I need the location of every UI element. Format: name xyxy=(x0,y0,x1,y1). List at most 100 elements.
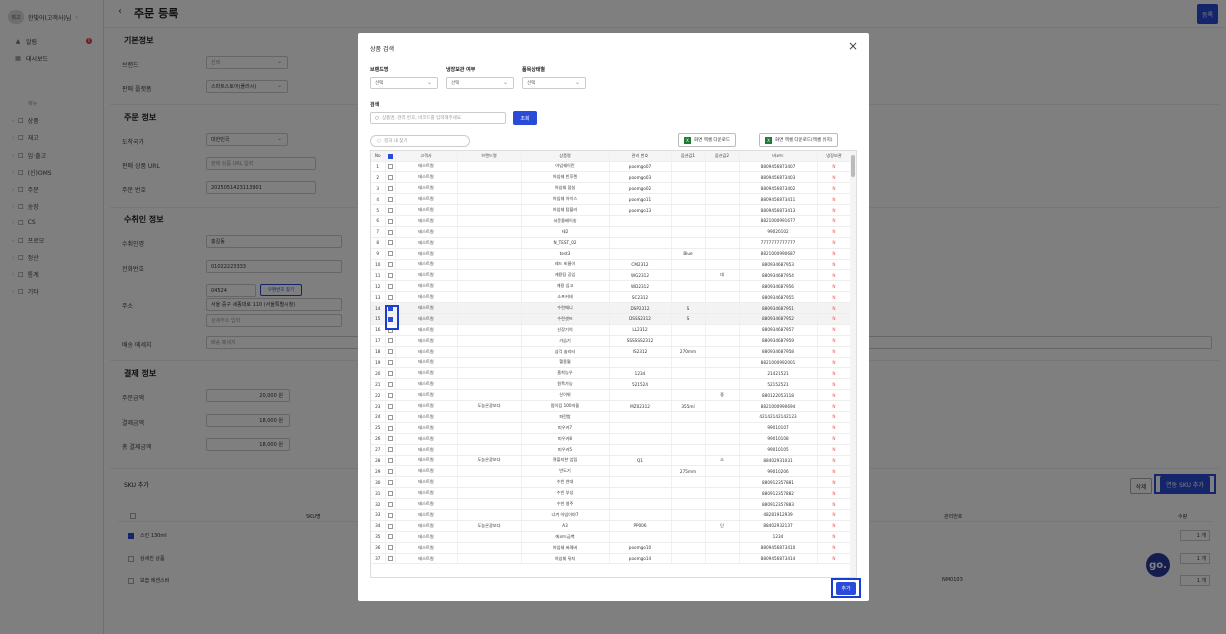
table-row[interactable]: 15 테스트원 수련셋뜨 DSSS2312 S 880934687952 N xyxy=(371,313,852,325)
row-checkbox[interactable] xyxy=(387,382,393,387)
table-row[interactable]: 16 테스트원 신장기억 LL2312 880934687957 N xyxy=(371,324,852,336)
row-checkbox[interactable] xyxy=(387,371,393,377)
option1-cell xyxy=(671,553,706,565)
row-checkbox[interactable] xyxy=(387,273,393,279)
table-row[interactable]: 11 테스트원 게용팀 공입 WG2312 대 880934687954 N xyxy=(371,269,852,282)
table-row[interactable]: 14 테스트원 수련매니 DSP2312 S 880934687951 N xyxy=(371,302,852,314)
excel-download-keep-button[interactable]: X 화면 엑셀 다운로드(엑셀 유지) xyxy=(759,133,839,147)
table-scrollbar[interactable] xyxy=(850,151,856,577)
row-number: 21 xyxy=(371,378,386,391)
row-checkbox[interactable] xyxy=(387,240,393,246)
table-row[interactable]: 2 테스트원 아임쉐 빈후렌 poomgo03 8809456873403 N xyxy=(371,171,852,184)
table-row[interactable]: 4 테스트원 아임쉐 아이스 poomgo11 8809456873411 N xyxy=(371,193,852,206)
row-checkbox[interactable] xyxy=(387,294,393,300)
table-row[interactable]: 3 테스트원 아임쉐 잠실 poomgo02 8809456873402 N xyxy=(371,182,852,195)
row-number: 16 xyxy=(371,324,386,336)
row-checkbox[interactable] xyxy=(387,392,393,398)
brand-cell xyxy=(457,248,522,260)
product-name-cell: 아임쉐 버례버 xyxy=(521,542,610,554)
row-number: 32 xyxy=(371,498,386,510)
table-row[interactable]: 7 테스트원 테2 99020102 N xyxy=(371,226,852,238)
row-checkbox[interactable] xyxy=(387,545,393,551)
row-checkbox[interactable] xyxy=(387,251,393,257)
row-checkbox[interactable] xyxy=(387,218,393,224)
table-row[interactable]: 29 테스트원 반도기 275mm 99010206 N xyxy=(371,465,852,478)
table-row[interactable]: 36 테스트원 아임쉐 버례버 poomgo10 8809456873410 N xyxy=(371,542,852,554)
query-button[interactable]: 조회 xyxy=(513,111,537,125)
table-row[interactable]: 35 테스트원 에코드금벽 1234 N xyxy=(371,531,852,543)
table-row[interactable]: 12 테스트원 게용 입고 WD2312 880934687956 N xyxy=(371,280,852,293)
row-checkbox[interactable] xyxy=(387,414,393,420)
result-search-input[interactable]: ○ 결과 내 찾기 xyxy=(370,135,470,147)
row-checkbox[interactable] xyxy=(387,360,393,366)
table-row[interactable]: 6 테스트원 서운올베이송 8821000991677 N xyxy=(371,215,852,227)
table-row[interactable]: 22 테스트원 신이위 중 880122053118 N xyxy=(371,389,852,402)
row-checkbox[interactable] xyxy=(387,207,393,213)
option1-cell xyxy=(671,291,706,304)
table-row[interactable]: 8 테스트원 N_TEST_02 7777777777777 N xyxy=(371,237,852,249)
row-checkbox[interactable] xyxy=(387,534,393,540)
brand-cell xyxy=(457,291,522,304)
checkbox-cell xyxy=(385,509,396,521)
product-table: No 고객사 브랜드명 상품명 관리 번호 옵션값1 옵션값2 바코드 냉장보관… xyxy=(370,150,857,578)
select-all-checkbox[interactable] xyxy=(387,153,393,159)
table-row[interactable]: 25 테스트원 피우카7 99010107 N xyxy=(371,422,852,434)
table-row[interactable]: 31 테스트원 수빈 부성 880912357882 N xyxy=(371,487,852,500)
table-row[interactable]: 24 테스트원 파란밤 42142142142123 N xyxy=(371,411,852,423)
table-row[interactable]: 1 테스트원 아임쉐이킨 poomgo07 8809456873407 N xyxy=(371,161,852,173)
filter-cold-select[interactable]: 선택 xyxy=(446,77,514,89)
table-row[interactable]: 23 테스트원 도농온광보다 펌이킴 100저울 MZ02312 355ml 8821000… xyxy=(371,400,852,412)
scrollbar-thumb[interactable] xyxy=(851,155,855,177)
row-checkbox[interactable] xyxy=(387,490,393,496)
table-row[interactable]: 28 테스트원 도농온광보다 큐플지한 업립 Q1 소 88402931031 N xyxy=(371,455,852,467)
option1-cell xyxy=(671,367,706,380)
table-row[interactable]: 17 테스트원 가습기 SSSSSS2312 880934687959 N xyxy=(371,335,852,347)
table-row[interactable]: 33 테스트원 너겨 아임이야7 48281912939 N xyxy=(371,509,852,521)
row-checkbox[interactable] xyxy=(387,283,393,289)
row-checkbox[interactable] xyxy=(387,458,393,464)
search-input[interactable]: ○ 상품명, 관리 번호, 바코드를 입력해주세요. xyxy=(370,112,506,124)
row-checkbox[interactable] xyxy=(387,480,393,486)
row-checkbox[interactable] xyxy=(387,469,393,475)
close-icon[interactable]: × xyxy=(848,39,858,53)
table-row[interactable]: 26 테스트원 피우카8 99010108 N xyxy=(371,433,852,445)
row-checkbox[interactable] xyxy=(387,175,393,181)
add-products-button[interactable]: 추가 xyxy=(831,578,861,598)
excel-icon: X xyxy=(765,136,772,144)
table-row[interactable]: 19 테스트원 헬용월 8821000992001 N xyxy=(371,357,852,369)
table-row[interactable]: 37 테스트원 아임쉐 뒤지 poomgo14 8809456873414 N xyxy=(371,553,852,565)
brand-cell xyxy=(457,357,522,369)
row-number: 3 xyxy=(371,182,386,195)
row-checkbox[interactable] xyxy=(387,425,393,431)
table-row[interactable]: 32 테스트원 수빈 영주 880912357883 N xyxy=(371,498,852,510)
row-checkbox[interactable] xyxy=(387,512,393,518)
row-checkbox[interactable] xyxy=(387,403,393,409)
row-checkbox[interactable] xyxy=(387,436,393,442)
row-checkbox[interactable] xyxy=(387,501,393,507)
table-row[interactable]: 5 테스트원 아임쉐 탐블러 poomgo13 8809456873413 N xyxy=(371,204,852,216)
row-checkbox[interactable] xyxy=(387,349,393,355)
row-checkbox[interactable] xyxy=(387,338,393,344)
row-checkbox[interactable] xyxy=(387,447,393,453)
table-row[interactable]: 34 테스트원 도농온광보다 A3 PP006 단 88402932137 N xyxy=(371,520,852,532)
table-row[interactable]: 30 테스트원 수빈 연대 880912357881 N xyxy=(371,476,852,489)
table-row[interactable]: 9 테스트원 test3 Blue 8821000990687 N xyxy=(371,248,852,260)
row-checkbox[interactable] xyxy=(387,262,393,268)
table-row[interactable]: 13 테스트원 소프커테 SC2312 880934687955 N xyxy=(371,291,852,304)
table-row[interactable]: 21 테스트원 원폭가능 521524 52152521 N xyxy=(371,378,852,391)
table-row[interactable]: 20 테스트원 흡착능우 1234 21421521 N xyxy=(371,367,852,380)
row-number: 30 xyxy=(371,476,386,489)
row-checkbox[interactable] xyxy=(387,229,393,235)
row-checkbox[interactable] xyxy=(387,196,393,202)
table-row[interactable]: 10 테스트원 레드 비롬이 CM2312 880934687953 N xyxy=(371,259,852,271)
table-row[interactable]: 27 테스트원 피우카5 99010105 N xyxy=(371,444,852,456)
product-name-cell: 소프커테 xyxy=(521,291,610,304)
row-checkbox[interactable] xyxy=(387,556,393,562)
excel-download-button[interactable]: X 화면 엑셀 다운로드 xyxy=(678,133,736,147)
table-row[interactable]: 18 테스트원 삼각 솔리터 IS2312 270mm 880934687958 N xyxy=(371,346,852,358)
row-checkbox[interactable] xyxy=(387,523,393,529)
row-checkbox[interactable] xyxy=(387,185,393,191)
filter-status-select[interactable]: 선택 xyxy=(522,77,586,89)
row-checkbox[interactable] xyxy=(387,164,393,170)
filter-brand-select[interactable]: 선택 xyxy=(370,77,438,89)
